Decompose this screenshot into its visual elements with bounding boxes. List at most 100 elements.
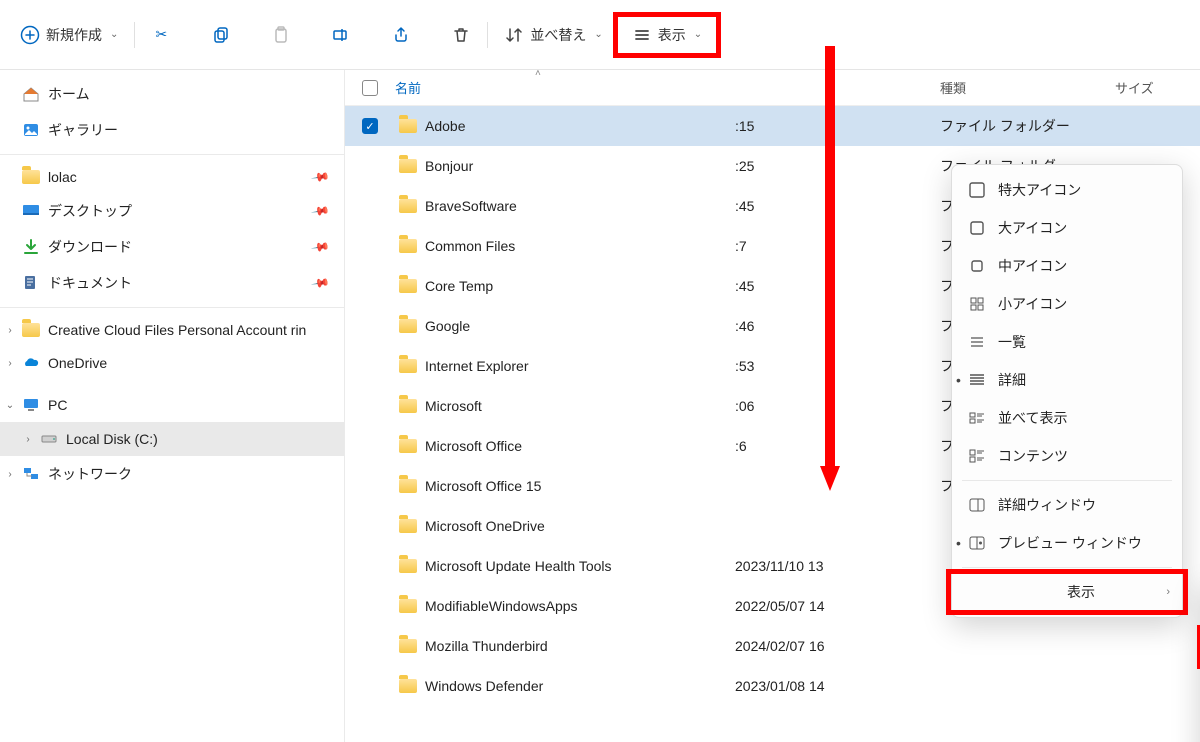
sidebar-item-network[interactable]: › ネットワーク	[0, 456, 344, 492]
column-headers[interactable]: ˄ 名前 種類 サイズ	[345, 70, 1200, 106]
sidebar-item-home[interactable]: ホーム	[0, 76, 344, 112]
sidebar-item-label: Creative Cloud Files Personal Account ri…	[48, 322, 306, 338]
view-menu-show[interactable]: 表示 ›	[952, 573, 1182, 611]
table-row[interactable]: Mozilla Thunderbird 2024/02/07 16	[345, 626, 1200, 666]
sidebar-item-pinned[interactable]: lolac 📌	[0, 161, 344, 193]
file-name: Adobe	[425, 118, 465, 134]
view-menu-item[interactable]: 中アイコン	[952, 247, 1182, 285]
file-name: Mozilla Thunderbird	[425, 638, 548, 654]
sidebar-item-desktop[interactable]: デスクトップ 📌	[0, 193, 344, 229]
view-menu-item[interactable]: 大アイコン	[952, 209, 1182, 247]
chevron-right-icon[interactable]: ›	[22, 434, 34, 445]
home-icon	[22, 85, 40, 103]
rename-icon	[331, 25, 351, 45]
view-menu-item[interactable]: コンテンツ	[952, 437, 1182, 475]
sm-icon	[968, 295, 986, 313]
file-date: 2024/02/07 16	[735, 638, 940, 654]
view-lines-icon	[632, 25, 652, 45]
view-menu-item[interactable]: 小アイコン	[952, 285, 1182, 323]
copy-button[interactable]	[201, 19, 241, 51]
folder-icon	[22, 170, 40, 184]
sort-label: 並べ替え	[530, 25, 586, 45]
view-menu-item[interactable]: •詳細	[952, 361, 1182, 399]
view-button[interactable]: 表示 ⌄	[624, 21, 710, 49]
file-date: :45	[735, 278, 940, 294]
content-icon	[968, 447, 986, 465]
current-indicator: •	[956, 535, 961, 551]
delete-button[interactable]	[441, 19, 481, 51]
menu-item-label: 中アイコン	[998, 256, 1067, 276]
navigation-pane[interactable]: ホーム ギャラリー lolac 📌 デスクトップ 📌 ダウンロード 📌 ドキュメ…	[0, 70, 345, 742]
file-date: 2023/01/08 14	[735, 678, 940, 694]
menu-item-label: プレビュー ウィンドウ	[998, 533, 1142, 553]
cut-button[interactable]: ✂	[141, 19, 181, 51]
file-name: Microsoft	[425, 398, 482, 414]
share-icon	[391, 25, 411, 45]
folder-icon	[399, 199, 417, 213]
view-button-highlight: 表示 ⌄	[613, 12, 721, 58]
column-type[interactable]: 種類	[940, 78, 1115, 97]
sidebar-item-label: デスクトップ	[48, 201, 132, 221]
sidebar-item-gallery[interactable]: ギャラリー	[0, 112, 344, 148]
sidebar-item-downloads[interactable]: ダウンロード 📌	[0, 229, 344, 265]
divider	[487, 22, 488, 48]
file-date: :25	[735, 158, 940, 174]
sidebar-item-documents[interactable]: ドキュメント 📌	[0, 265, 344, 301]
file-list[interactable]: ˄ 名前 種類 サイズ ✓Adobe:15ファイル フォルダーBonjour:2…	[345, 70, 1200, 742]
menu-item-label: 並べて表示	[998, 408, 1067, 428]
sidebar-item-onedrive[interactable]: › OneDrive	[0, 346, 344, 380]
rename-button[interactable]	[321, 19, 361, 51]
menu-item-label: 大アイコン	[998, 218, 1067, 238]
view-menu[interactable]: 特大アイコン大アイコン中アイコン小アイコン一覧 •詳細並べて表示コンテンツ 詳細ウ…	[951, 164, 1183, 618]
sidebar-item-ccf[interactable]: › Creative Cloud Files Personal Account …	[0, 314, 344, 346]
view-menu-item[interactable]: 詳細ウィンドウ	[952, 486, 1182, 524]
row-checkbox[interactable]: ✓	[362, 118, 378, 134]
menu-item-label: 小アイコン	[998, 294, 1067, 314]
md-icon	[968, 257, 986, 275]
pin-icon: 📌	[310, 167, 330, 187]
preview-icon	[968, 534, 986, 552]
file-type: ファイル フォルダー	[940, 116, 1115, 136]
select-all-checkbox[interactable]	[362, 80, 378, 96]
sidebar-item-label: ドキュメント	[48, 273, 132, 293]
file-date: :46	[735, 318, 940, 334]
column-size[interactable]: サイズ	[1115, 78, 1200, 97]
table-row[interactable]: ✓Adobe:15ファイル フォルダー	[345, 106, 1200, 146]
folder-icon	[399, 399, 417, 413]
file-name: Windows Defender	[425, 678, 543, 694]
chevron-right-icon: ›	[1166, 586, 1170, 598]
view-menu-item[interactable]: 一覧	[952, 323, 1182, 361]
chevron-right-icon[interactable]: ›	[4, 469, 16, 480]
folder-icon	[399, 559, 417, 573]
share-button[interactable]	[381, 19, 421, 51]
table-row[interactable]: Windows Defender 2023/01/08 14	[345, 666, 1200, 706]
sidebar-item-localdisk[interactable]: › Local Disk (C:)	[0, 422, 344, 456]
file-name: Microsoft Update Health Tools	[425, 558, 612, 574]
view-menu-item[interactable]: 並べて表示	[952, 399, 1182, 437]
menu-item-label: 詳細ウィンドウ	[998, 495, 1096, 515]
sidebar-item-pc[interactable]: ⌄ PC	[0, 388, 344, 422]
sort-icon	[504, 25, 524, 45]
column-name[interactable]: 名前	[395, 78, 735, 97]
paste-button[interactable]	[261, 19, 301, 51]
folder-icon	[399, 679, 417, 693]
folder-icon	[399, 479, 417, 493]
folder-icon	[399, 239, 417, 253]
detailpane-icon	[968, 496, 986, 514]
download-icon	[22, 238, 40, 256]
tiles-icon	[968, 409, 986, 427]
view-menu-item[interactable]: • プレビュー ウィンドウ	[952, 524, 1182, 562]
file-name: BraveSoftware	[425, 198, 517, 214]
list-icon	[968, 333, 986, 351]
new-button[interactable]: 新規作成 ⌄	[10, 19, 128, 51]
trash-icon	[451, 25, 471, 45]
menu-item-label: 一覧	[998, 332, 1026, 352]
pin-icon: 📌	[310, 201, 330, 221]
chevron-right-icon[interactable]: ›	[4, 358, 16, 369]
scissors-icon: ✂	[151, 25, 171, 45]
chevron-down-icon[interactable]: ⌄	[4, 400, 16, 411]
view-menu-item[interactable]: 特大アイコン	[952, 171, 1182, 209]
sort-button[interactable]: 並べ替え ⌄	[494, 19, 612, 51]
chevron-right-icon[interactable]: ›	[4, 325, 16, 336]
chevron-down-icon: ⌄	[110, 29, 118, 40]
